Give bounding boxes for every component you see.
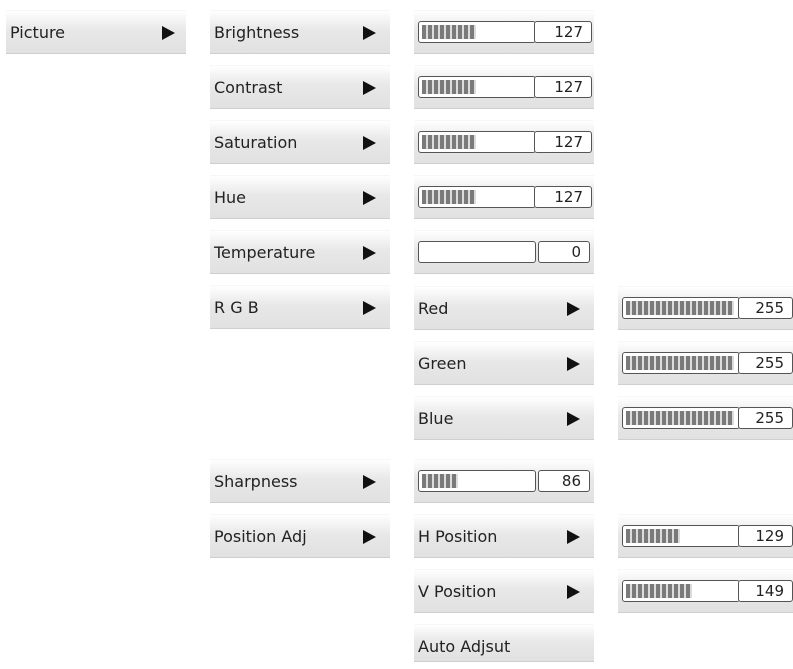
arrow-right-icon xyxy=(363,136,376,150)
contrast-slider-row: 127 xyxy=(414,65,594,109)
red-value: 255 xyxy=(738,297,793,319)
saturation-slider-row: 127 xyxy=(414,120,594,164)
arrow-right-icon xyxy=(567,302,580,316)
menu-item-label: Blue xyxy=(418,409,454,428)
contrast-slider[interactable] xyxy=(418,76,536,98)
menu-item-brightness[interactable]: Brightness xyxy=(210,10,390,54)
saturation-value: 127 xyxy=(534,131,592,153)
slider-fill xyxy=(422,474,458,488)
green-slider[interactable] xyxy=(622,352,740,374)
slider-fill xyxy=(422,25,476,39)
menu-item-label: V Position xyxy=(418,582,497,601)
arrow-right-icon xyxy=(363,301,376,315)
slider-fill xyxy=(626,411,734,425)
h-position-slider-row: 129 xyxy=(618,514,793,558)
h-position-slider[interactable] xyxy=(622,525,740,547)
temperature-value: 0 xyxy=(538,241,590,263)
v-position-slider-row: 149 xyxy=(618,569,793,613)
menu-item-label: H Position xyxy=(418,527,498,546)
slider-fill xyxy=(626,301,734,315)
menu-item-red[interactable]: Red xyxy=(414,286,594,330)
temperature-slider[interactable] xyxy=(418,241,536,263)
menu-item-v-position[interactable]: V Position xyxy=(414,569,594,613)
menu-item-label: Position Adj xyxy=(214,527,307,546)
brightness-value: 127 xyxy=(534,21,592,43)
temperature-slider-row: 0 xyxy=(414,230,594,274)
menu-item-label: Red xyxy=(418,299,449,318)
slider-fill xyxy=(626,529,680,543)
blue-slider[interactable] xyxy=(622,407,740,429)
sharpness-slider[interactable] xyxy=(418,470,536,492)
hue-slider[interactable] xyxy=(418,186,536,208)
arrow-right-icon xyxy=(162,26,175,40)
arrow-right-icon xyxy=(567,585,580,599)
menu-item-label: Picture xyxy=(10,23,66,42)
v-position-value: 149 xyxy=(738,580,793,602)
red-slider[interactable] xyxy=(622,297,740,319)
menu-item-label: Green xyxy=(418,354,467,373)
slider-fill xyxy=(422,135,476,149)
menu-item-label: Hue xyxy=(214,188,247,207)
brightness-slider-row: 127 xyxy=(414,10,594,54)
arrow-right-icon xyxy=(363,26,376,40)
menu-item-picture[interactable]: Picture xyxy=(6,10,186,54)
menu-item-hue[interactable]: Hue xyxy=(210,175,390,219)
green-slider-row: 255 xyxy=(618,341,793,385)
red-slider-row: 255 xyxy=(618,286,793,330)
menu-item-auto-adjust[interactable]: Auto Adjsut xyxy=(414,624,594,662)
arrow-right-icon xyxy=(567,530,580,544)
arrow-right-icon xyxy=(363,191,376,205)
arrow-right-icon xyxy=(363,530,376,544)
contrast-value: 127 xyxy=(534,76,592,98)
menu-item-label: Temperature xyxy=(214,243,316,262)
saturation-slider[interactable] xyxy=(418,131,536,153)
blue-slider-row: 255 xyxy=(618,396,793,440)
brightness-slider[interactable] xyxy=(418,21,536,43)
menu-item-rgb[interactable]: R G B xyxy=(210,285,390,329)
sharpness-value: 86 xyxy=(538,470,590,492)
green-value: 255 xyxy=(738,352,793,374)
arrow-right-icon xyxy=(567,357,580,371)
arrow-right-icon xyxy=(567,412,580,426)
menu-item-blue[interactable]: Blue xyxy=(414,396,594,440)
slider-fill xyxy=(422,190,476,204)
sharpness-slider-row: 86 xyxy=(414,459,594,503)
arrow-right-icon xyxy=(363,81,376,95)
slider-fill xyxy=(626,356,734,370)
menu-item-h-position[interactable]: H Position xyxy=(414,514,594,558)
h-position-value: 129 xyxy=(738,525,793,547)
menu-item-sharpness[interactable]: Sharpness xyxy=(210,459,390,503)
hue-slider-row: 127 xyxy=(414,175,594,219)
menu-item-temperature[interactable]: Temperature xyxy=(210,230,390,274)
hue-value: 127 xyxy=(534,186,592,208)
menu-item-label: Auto Adjsut xyxy=(418,637,511,656)
menu-item-saturation[interactable]: Saturation xyxy=(210,120,390,164)
menu-item-label: Brightness xyxy=(214,23,300,42)
blue-value: 255 xyxy=(738,407,793,429)
menu-item-label: Contrast xyxy=(214,78,283,97)
arrow-right-icon xyxy=(363,246,376,260)
menu-item-green[interactable]: Green xyxy=(414,341,594,385)
menu-item-label: Saturation xyxy=(214,133,298,152)
slider-fill xyxy=(422,80,476,94)
slider-fill xyxy=(626,584,692,598)
v-position-slider[interactable] xyxy=(622,580,740,602)
menu-item-label: Sharpness xyxy=(214,472,298,491)
arrow-right-icon xyxy=(363,475,376,489)
menu-item-label: R G B xyxy=(214,298,259,317)
menu-item-position-adj[interactable]: Position Adj xyxy=(210,514,390,558)
menu-item-contrast[interactable]: Contrast xyxy=(210,65,390,109)
